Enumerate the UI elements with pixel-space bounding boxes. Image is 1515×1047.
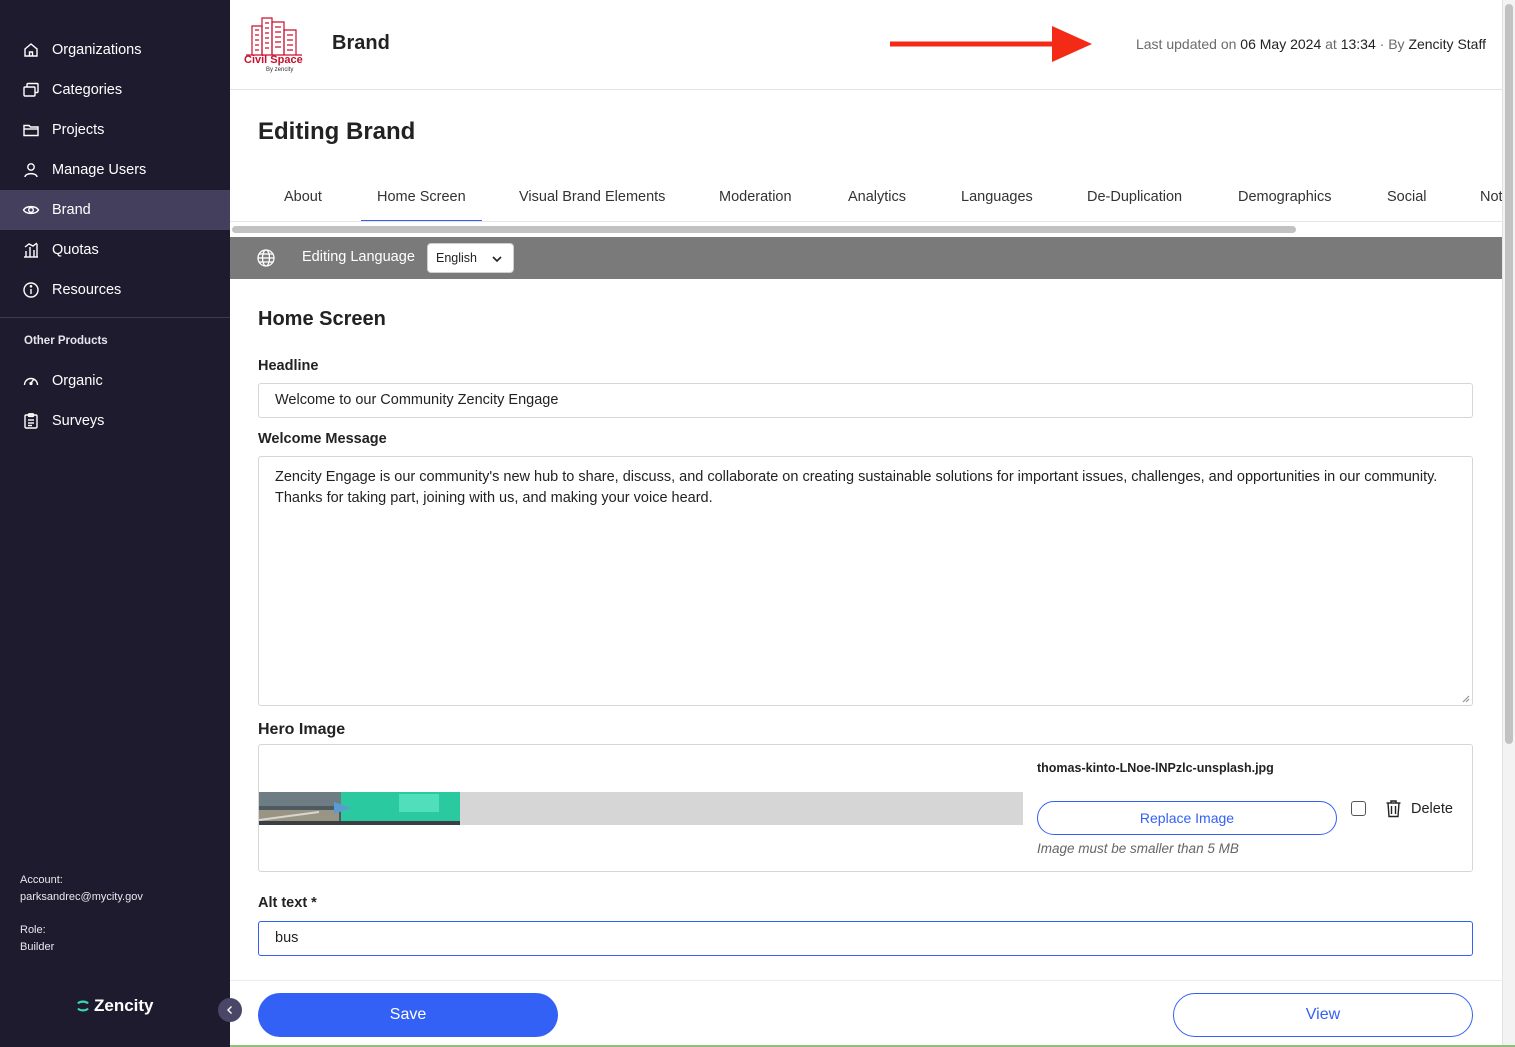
alt-text-label: Alt text * xyxy=(258,895,317,911)
trash-icon xyxy=(1386,800,1401,818)
sidebar-item-brand[interactable]: Brand xyxy=(0,190,230,230)
welcome-message-textarea[interactable]: Zencity Engage is our community's new hu… xyxy=(258,456,1473,706)
sidebar-item-quotas[interactable]: Quotas xyxy=(0,230,230,270)
sidebar-item-label: Manage Users xyxy=(52,162,147,178)
delete-checkbox[interactable] xyxy=(1351,801,1366,816)
sidebar-item-organizations[interactable]: Organizations xyxy=(0,30,230,70)
image-size-note: Image must be smaller than 5 MB xyxy=(1037,841,1239,856)
sidebar-item-label: Projects xyxy=(52,122,105,138)
vertical-scrollbar-thumb[interactable] xyxy=(1505,4,1513,744)
other-products-label: Other Products xyxy=(24,335,108,347)
tab-visual-brand-elements[interactable]: Visual Brand Elements xyxy=(503,174,681,221)
account-value: parksandrec@mycity.gov xyxy=(20,891,143,903)
alt-text-input[interactable]: bus xyxy=(258,921,1473,956)
zencity-logo: Zencity xyxy=(76,996,154,1016)
delete-image-button[interactable]: Delete xyxy=(1385,799,1453,818)
hero-image-box: thomas-kinto-LNoe-lNPzlc-unsplash.jpg Re… xyxy=(258,744,1473,872)
resize-grip-icon[interactable] xyxy=(1462,695,1470,703)
collapse-sidebar-button[interactable] xyxy=(218,998,242,1022)
hero-file-name: thomas-kinto-LNoe-lNPzlc-unsplash.jpg xyxy=(1037,761,1274,775)
headline-label: Headline xyxy=(258,358,319,374)
tab-moderation[interactable]: Moderation xyxy=(703,174,808,221)
language-select-value: English xyxy=(436,251,477,265)
role-value: Builder xyxy=(20,941,55,953)
zencity-logo-mark-icon xyxy=(77,1000,89,1012)
tab-bar: About Home Screen Visual Brand Elements … xyxy=(230,174,1502,222)
welcome-message-label: Welcome Message xyxy=(258,431,387,447)
role-label: Role: xyxy=(20,924,46,936)
section-title: Home Screen xyxy=(258,308,386,330)
sidebar-item-label: Surveys xyxy=(52,413,105,429)
sidebar-item-projects[interactable]: Projects xyxy=(0,110,230,150)
gauge-icon xyxy=(22,372,40,390)
last-updated-info: Last updated on 06 May 2024 at 13:34 · B… xyxy=(1136,36,1486,52)
civil-space-logo: Civil Space By zencity xyxy=(242,10,306,76)
user-icon xyxy=(22,161,40,179)
replace-image-button[interactable]: Replace Image xyxy=(1037,801,1337,835)
view-button[interactable]: View xyxy=(1173,993,1473,1037)
last-updated-by: · By xyxy=(1379,36,1405,52)
delete-label: Delete xyxy=(1411,800,1453,817)
hero-image-preview xyxy=(259,792,460,825)
sidebar-divider xyxy=(0,317,230,318)
clipboard-icon xyxy=(22,412,40,430)
sidebar-item-label: Resources xyxy=(52,282,122,298)
sidebar-item-surveys[interactable]: Surveys xyxy=(0,401,230,441)
chevron-down-icon xyxy=(492,256,502,263)
tab-notifications[interactable]: Not xyxy=(1464,174,1502,221)
top-bar: Civil Space By zencity Brand Last update… xyxy=(230,0,1502,90)
tab-languages[interactable]: Languages xyxy=(945,174,1049,221)
sidebar-item-label: Quotas xyxy=(52,242,99,258)
hero-image-label: Hero Image xyxy=(258,721,346,738)
sidebar-nav: Organizations Categories Projects Manage… xyxy=(0,30,230,310)
sidebar-item-label: Brand xyxy=(52,202,91,218)
info-icon xyxy=(22,281,40,299)
editing-language-bar: Editing Language English xyxy=(230,237,1502,279)
form-footer: Save View xyxy=(230,980,1502,1047)
headline-input[interactable]: Welcome to our Community Zencity Engage xyxy=(258,383,1473,418)
tab-de-duplication[interactable]: De-Duplication xyxy=(1071,174,1198,221)
tab-home-screen[interactable]: Home Screen xyxy=(361,174,482,221)
sidebar-item-label: Categories xyxy=(52,82,123,98)
sidebar: Organizations Categories Projects Manage… xyxy=(0,0,230,1047)
categories-icon xyxy=(22,81,40,99)
hero-image-thumbnail xyxy=(259,792,460,825)
tab-about[interactable]: About xyxy=(268,174,338,221)
sidebar-item-manage-users[interactable]: Manage Users xyxy=(0,150,230,190)
page-title: Editing Brand xyxy=(258,118,416,145)
header-title: Brand xyxy=(332,32,390,54)
last-updated-date: 06 May 2024 xyxy=(1240,36,1322,52)
save-button[interactable]: Save xyxy=(258,993,558,1037)
sidebar-item-categories[interactable]: Categories xyxy=(0,70,230,110)
account-info: Account: parksandrec@mycity.gov Role: Bu… xyxy=(20,872,143,956)
sidebar-item-resources[interactable]: Resources xyxy=(0,270,230,310)
tab-analytics[interactable]: Analytics xyxy=(832,174,922,221)
main-content: Editing Brand About Home Screen Visual B… xyxy=(230,90,1502,1047)
sidebar-item-label: Organic xyxy=(52,373,103,389)
chevron-left-icon xyxy=(227,1006,232,1014)
welcome-message-text: Zencity Engage is our community's new hu… xyxy=(275,469,1438,506)
folder-icon xyxy=(22,121,40,139)
red-arrow-annotation-icon xyxy=(890,26,1092,62)
tab-demographics[interactable]: Demographics xyxy=(1222,174,1348,221)
by-zencity-text: By zencity xyxy=(266,67,294,73)
sidebar-item-label: Organizations xyxy=(52,42,142,58)
sidebar-item-organic[interactable]: Organic xyxy=(0,361,230,401)
last-updated-at: at xyxy=(1325,36,1337,52)
last-updated-prefix: Last updated on xyxy=(1135,36,1237,52)
tab-social[interactable]: Social xyxy=(1371,174,1443,221)
other-products-nav: Organic Surveys xyxy=(0,361,230,441)
tabs-horizontal-scrollbar[interactable] xyxy=(232,226,1296,233)
last-updated-user: Zencity Staff xyxy=(1408,36,1486,52)
eye-icon xyxy=(22,201,40,219)
civil-space-logo-text: Civil Space xyxy=(244,54,303,66)
last-updated-time: 13:34 xyxy=(1340,36,1376,52)
editing-language-label: Editing Language xyxy=(302,249,415,265)
home-icon xyxy=(22,41,40,59)
account-label: Account: xyxy=(20,874,63,886)
bar-chart-icon xyxy=(22,241,40,259)
zencity-logo-text: Zencity xyxy=(94,996,154,1015)
globe-icon xyxy=(257,249,275,267)
language-select[interactable]: English xyxy=(427,243,514,273)
